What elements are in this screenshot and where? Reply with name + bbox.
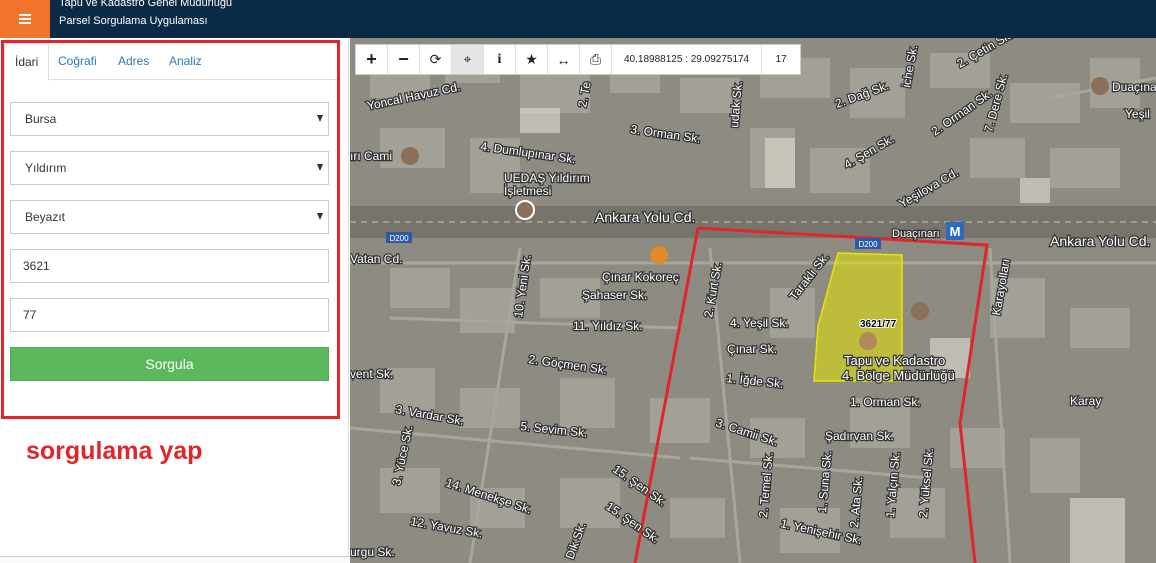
star-icon: ★ bbox=[525, 51, 538, 67]
zoom-in-button[interactable]: + bbox=[356, 45, 388, 74]
svg-text:Tapu ve Kadastro: Tapu ve Kadastro bbox=[844, 353, 945, 368]
svg-text:1. Orman Sk.: 1. Orman Sk. bbox=[850, 395, 921, 409]
road-shield-right: D200 bbox=[858, 240, 878, 249]
svg-text:11. Yıldız Sk.: 11. Yıldız Sk. bbox=[573, 319, 643, 333]
menu-button[interactable] bbox=[0, 0, 50, 38]
svg-text:İşletmesi: İşletmesi bbox=[504, 184, 551, 198]
hamburger-icon bbox=[19, 14, 31, 24]
road-shield-left: D200 bbox=[389, 234, 409, 243]
satellite-map[interactable]: D200 D200 M Yoncal Havuz Cd. ırı Cami 4.… bbox=[350, 38, 1156, 563]
locate-button[interactable]: ⌖ bbox=[452, 45, 484, 74]
svg-text:Yeşil: Yeşil bbox=[1125, 107, 1150, 121]
zoom-level-readout: 17 bbox=[775, 54, 787, 65]
coordinate-readout: 40.18988125 : 29.09275174 bbox=[612, 45, 763, 74]
svg-text:Şahaser Sk.: Şahaser Sk. bbox=[582, 288, 647, 302]
measure-button[interactable]: ↔ bbox=[548, 45, 580, 74]
info-button[interactable]: i bbox=[484, 45, 516, 74]
svg-text:Duaçınarı: Duaçınarı bbox=[892, 228, 940, 240]
refresh-icon: ⟳ bbox=[429, 51, 442, 67]
poi-icon bbox=[515, 200, 535, 220]
svg-text:Karay: Karay bbox=[1070, 394, 1101, 408]
svg-text:urgu Sk.: urgu Sk. bbox=[350, 545, 395, 559]
svg-text:Çınar Kokoreç: Çınar Kokoreç bbox=[602, 270, 679, 284]
svg-text:UEDAŞ Yıldırım: UEDAŞ Yıldırım bbox=[504, 171, 590, 185]
svg-text:Ankara Yolu Cd.: Ankara Yolu Cd. bbox=[1050, 233, 1150, 249]
museum-icon bbox=[859, 332, 877, 350]
app-title-line1: Tapu ve Kadastro Genel Müdürlüğü bbox=[59, 0, 233, 9]
print-button[interactable]: ⎙ bbox=[580, 45, 612, 74]
favorite-button[interactable]: ★ bbox=[516, 45, 548, 74]
locate-icon: ⌖ bbox=[463, 51, 472, 67]
svg-text:Çınar Sk.: Çınar Sk. bbox=[727, 342, 777, 356]
map-view[interactable]: D200 D200 M Yoncal Havuz Cd. ırı Cami 4.… bbox=[350, 38, 1156, 563]
info-icon: i bbox=[497, 51, 502, 67]
poi-icon bbox=[911, 302, 929, 320]
svg-text:Ankara Yolu Cd.: Ankara Yolu Cd. bbox=[595, 209, 695, 225]
annotation-text: sorgulama yap bbox=[26, 437, 203, 465]
svg-text:vent Sk.: vent Sk. bbox=[350, 367, 393, 381]
sidebar-footer bbox=[0, 556, 349, 563]
print-icon: ⎙ bbox=[589, 51, 602, 67]
mosque-icon bbox=[1091, 77, 1109, 95]
highlight-outline bbox=[1, 40, 340, 419]
restaurant-icon bbox=[650, 246, 668, 264]
svg-text:Şadırvan Sk.: Şadırvan Sk. bbox=[825, 429, 894, 443]
measure-icon: ↔ bbox=[556, 51, 571, 68]
refresh-button[interactable]: ⟳ bbox=[420, 45, 452, 74]
svg-text:Duaçına: Duaçına bbox=[1112, 80, 1156, 94]
app-title-line2: Parsel Sorgulama Uygulaması bbox=[59, 15, 208, 27]
svg-text:ırı Cami: ırı Cami bbox=[350, 149, 392, 163]
parcel-label: 3621/77 bbox=[860, 319, 897, 330]
zoom-out-icon: − bbox=[398, 49, 409, 69]
mosque-icon bbox=[401, 147, 419, 165]
metro-icon: M bbox=[950, 224, 961, 239]
zoom-out-button[interactable]: − bbox=[388, 45, 420, 74]
svg-text:4. Bölge Müdürlüğü: 4. Bölge Müdürlüğü bbox=[842, 368, 955, 383]
zoom-in-icon: + bbox=[366, 49, 377, 69]
svg-text:Vatan Cd.: Vatan Cd. bbox=[350, 252, 402, 266]
map-toolbar: + − ⟳ ⌖ i ★ ↔ ⎙ 40.18988125 : 29.0927517… bbox=[355, 44, 802, 75]
svg-text:4. Yeşil Sk.: 4. Yeşil Sk. bbox=[730, 316, 789, 330]
app-header: Tapu ve Kadastro Genel Müdürlüğü Parsel … bbox=[0, 0, 1156, 38]
